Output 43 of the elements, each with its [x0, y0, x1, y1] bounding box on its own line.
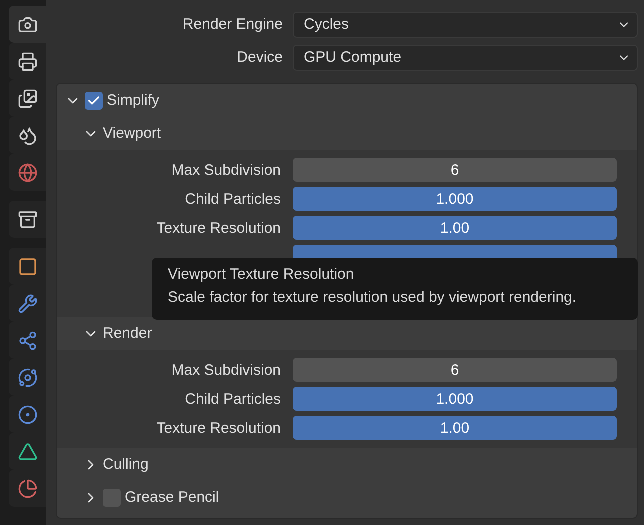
- properties-tab[interactable]: [9, 6, 46, 43]
- droplets-icon: [18, 126, 38, 146]
- slider-field[interactable]: 1.000: [293, 387, 617, 411]
- orbit-icon: [18, 368, 38, 388]
- field-label: Max Subdivision: [170, 362, 281, 378]
- field-label: Max Subdivision: [170, 162, 281, 178]
- properties-tab[interactable]: [9, 248, 46, 285]
- printer-icon: [18, 52, 38, 72]
- archive-icon: [18, 210, 38, 230]
- globe-icon: [18, 162, 38, 182]
- dropdown[interactable]: GPU Compute: [293, 44, 638, 70]
- slider-field[interactable]: 1.000: [293, 187, 617, 211]
- target-icon: [18, 404, 38, 424]
- slider-field[interactable]: 1.00: [293, 416, 617, 440]
- wrench-icon: [18, 294, 38, 314]
- images-icon: [18, 88, 38, 108]
- property-label: Device: [236, 49, 283, 66]
- number-field[interactable]: 6: [293, 158, 617, 182]
- subpanel-title: Culling: [103, 456, 149, 473]
- field-label: Texture Resolution: [156, 220, 281, 236]
- pie-chart-icon: [18, 478, 38, 498]
- subpanel-title: Grease Pencil: [125, 489, 220, 506]
- panel-title: Simplify: [107, 92, 160, 109]
- subpanel-title: Render: [103, 325, 152, 342]
- square-icon: [18, 256, 38, 276]
- field-label: Child Particles: [184, 390, 281, 408]
- subpanel-title: Viewport: [103, 125, 162, 142]
- properties-tab[interactable]: [9, 470, 46, 507]
- tooltip-title: Viewport Texture Resolution: [168, 266, 356, 283]
- field-label: Texture Resolution: [156, 420, 281, 436]
- property-label: Render Engine: [182, 16, 283, 33]
- field-label: Child Particles: [184, 190, 281, 208]
- properties-tab[interactable]: [9, 201, 46, 238]
- check-icon: [87, 94, 101, 108]
- properties-tab[interactable]: [9, 43, 46, 80]
- number-field[interactable]: 6: [293, 358, 617, 382]
- camera-icon: [18, 14, 38, 34]
- dropdown[interactable]: Cycles: [293, 12, 638, 38]
- triangle-icon: [18, 442, 38, 462]
- tooltip-description: Scale factor for texture resolution used by viewport rendering.: [168, 289, 578, 306]
- slider-field[interactable]: 1.00: [293, 216, 617, 240]
- nodes-icon: [18, 330, 38, 350]
- checkbox[interactable]: [85, 92, 103, 110]
